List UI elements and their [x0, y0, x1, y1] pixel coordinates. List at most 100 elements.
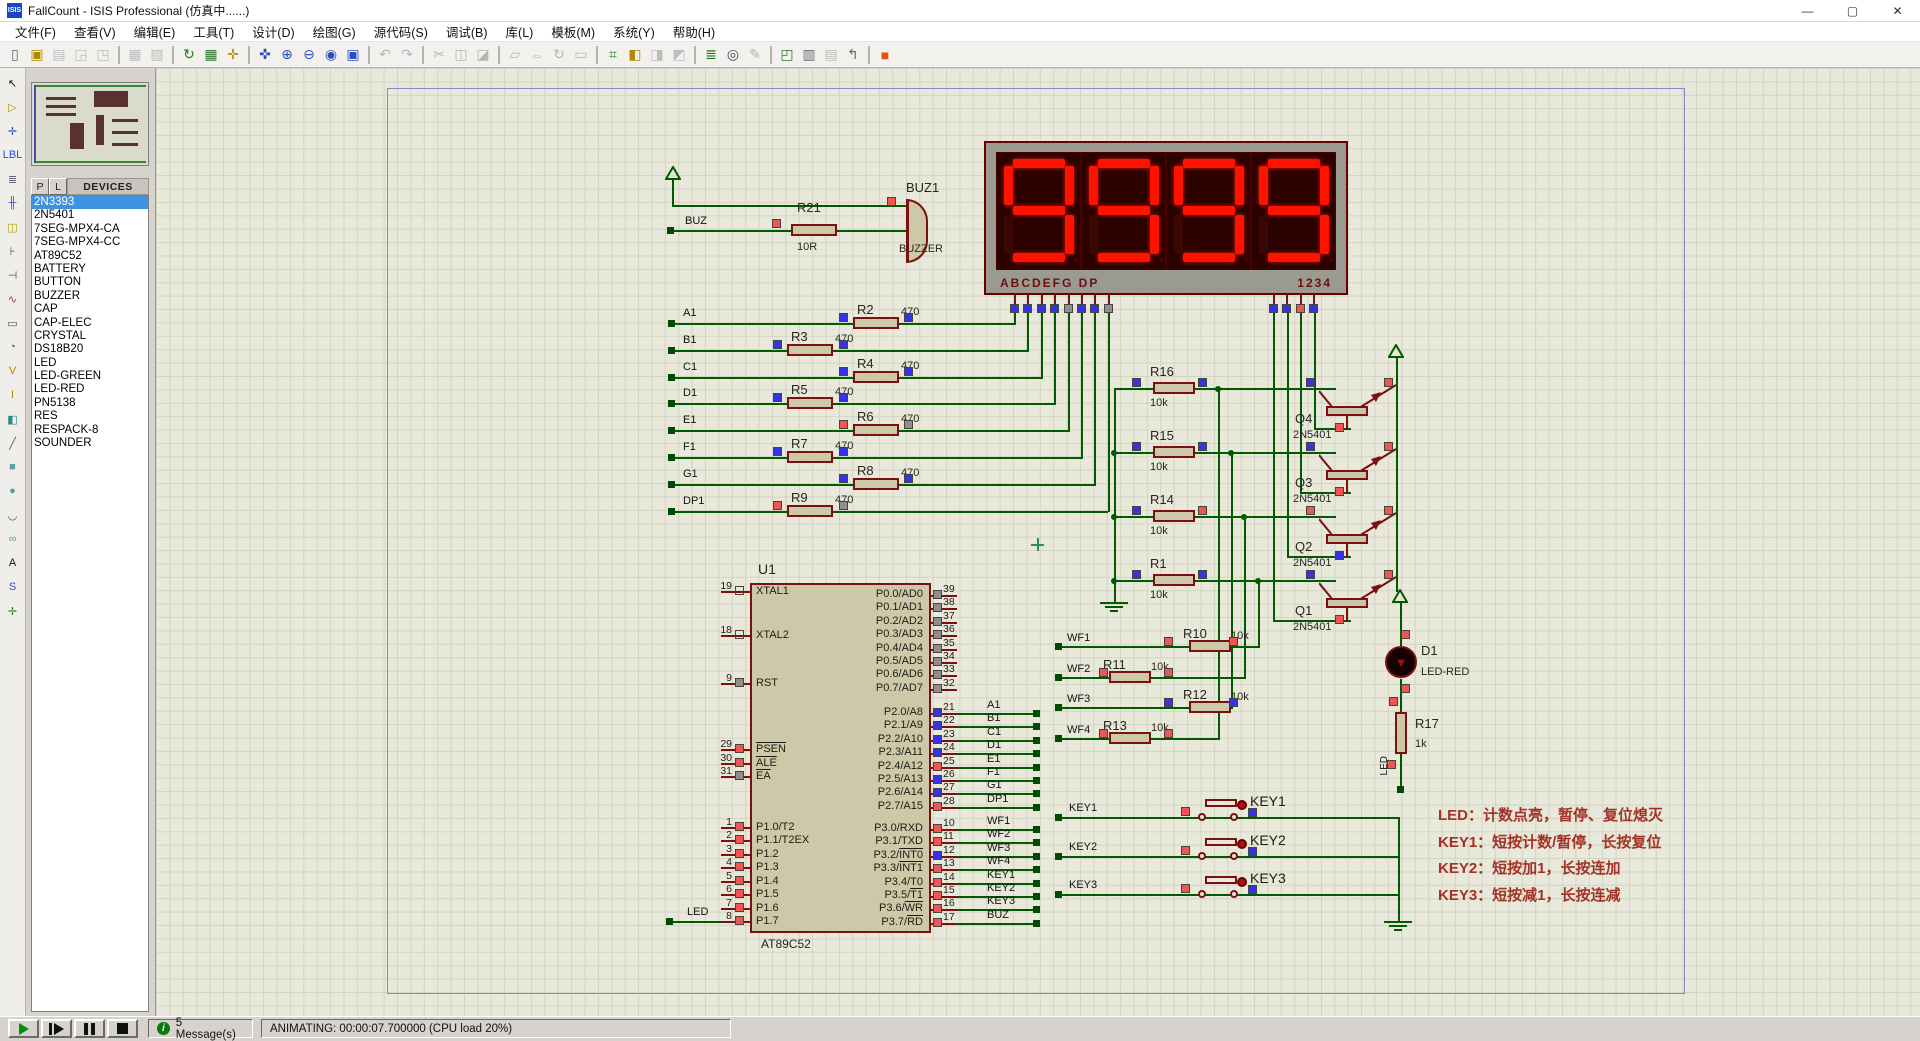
toolbar-button[interactable]: ◨: [646, 44, 668, 65]
mode-button[interactable]: ▭: [2, 312, 24, 334]
resistor-R21[interactable]: [791, 224, 837, 236]
mode-button[interactable]: ∞: [2, 528, 24, 550]
toolbar-button[interactable]: ▦: [200, 44, 222, 65]
device-list-item[interactable]: LED: [32, 357, 148, 370]
library-button[interactable]: L: [49, 178, 67, 195]
mode-button[interactable]: ▷: [2, 96, 24, 118]
resistor[interactable]: [787, 505, 833, 517]
device-list-item[interactable]: DS18B20: [32, 343, 148, 356]
device-list-item[interactable]: SOUNDER: [32, 437, 148, 450]
mode-button[interactable]: S: [2, 576, 24, 598]
resistor[interactable]: [1153, 510, 1195, 522]
toolbar-button[interactable]: [498, 46, 500, 64]
toolbar-button[interactable]: ◪: [472, 44, 494, 65]
menu-item[interactable]: 帮助(H): [664, 20, 724, 43]
transistor[interactable]: Q4 2N5401: [1319, 382, 1399, 434]
resistor[interactable]: [1109, 671, 1151, 683]
toolbar-button[interactable]: ▥: [798, 44, 820, 65]
menu-item[interactable]: 编辑(E): [125, 20, 185, 43]
close-button[interactable]: ✕: [1875, 0, 1920, 21]
step-button[interactable]: [41, 1019, 72, 1038]
segment-row[interactable]: E1 R6 470: [673, 430, 1123, 432]
mode-button[interactable]: LBL: [2, 144, 24, 166]
toolbar-button[interactable]: [368, 46, 370, 64]
menu-item[interactable]: 库(L): [497, 20, 543, 43]
key-row[interactable]: KEY3 KEY3: [1059, 894, 1404, 896]
toolbar-button[interactable]: ◳: [92, 44, 114, 65]
schematic-overview[interactable]: [31, 82, 149, 166]
mode-button[interactable]: ◡: [2, 504, 24, 526]
resistor[interactable]: [1189, 640, 1231, 652]
device-list-item[interactable]: 2N5401: [32, 209, 148, 222]
mode-button[interactable]: ✛: [2, 120, 24, 142]
toolbar-button[interactable]: ◰: [776, 44, 798, 65]
toolbar-button[interactable]: ◉: [320, 44, 342, 65]
toolbar-button[interactable]: ■: [874, 44, 896, 65]
key-row[interactable]: KEY2 KEY2: [1059, 856, 1404, 858]
resistor[interactable]: [1153, 574, 1195, 586]
resistor[interactable]: [853, 424, 899, 436]
mode-button[interactable]: ✛: [2, 600, 24, 622]
mode-button[interactable]: ◧: [2, 408, 24, 430]
mode-button[interactable]: A: [2, 552, 24, 574]
segment-row[interactable]: C1 R4 470: [673, 377, 1123, 379]
menu-item[interactable]: 工具(T): [184, 20, 243, 43]
wf-row[interactable]: WF4 R13 10k: [1059, 738, 1279, 740]
pull-row[interactable]: R1 10k: [1114, 580, 1344, 582]
toolbar-button[interactable]: [118, 46, 120, 64]
device-list-item[interactable]: BATTERY: [32, 263, 148, 276]
segment-row[interactable]: G1 R8 470: [673, 484, 1123, 486]
toolbar-button[interactable]: ⇔: [526, 44, 548, 65]
resistor[interactable]: [787, 344, 833, 356]
mode-button[interactable]: I: [2, 384, 24, 406]
device-list-item[interactable]: 7SEG-MPX4-CC: [32, 236, 148, 249]
led-D1[interactable]: ▼: [1385, 646, 1417, 678]
device-list-item[interactable]: RESPACK-8: [32, 424, 148, 437]
mode-button[interactable]: ⊦: [2, 240, 24, 262]
play-button[interactable]: [8, 1019, 39, 1038]
mode-button[interactable]: ╱: [2, 432, 24, 454]
toolbar-button[interactable]: ◩: [668, 44, 690, 65]
device-list-item[interactable]: BUTTON: [32, 276, 148, 289]
stop-button[interactable]: [107, 1019, 138, 1038]
schematic-canvas[interactable]: ABCDEFG DP 1234: [155, 68, 1920, 1016]
resistor[interactable]: [1153, 382, 1195, 394]
toolbar-button[interactable]: [248, 46, 250, 64]
device-list-item[interactable]: 7SEG-MPX4-CA: [32, 223, 148, 236]
toolbar-button[interactable]: ✎: [744, 44, 766, 65]
resistor-R17[interactable]: [1395, 712, 1407, 754]
toolbar-button[interactable]: ◧: [624, 44, 646, 65]
toolbar-button[interactable]: ▭: [570, 44, 592, 65]
toolbar-button[interactable]: [172, 46, 174, 64]
device-list-item[interactable]: RES: [32, 410, 148, 423]
toolbar-button[interactable]: ▣: [342, 44, 364, 65]
toolbar-button[interactable]: ◎: [722, 44, 744, 65]
device-list-item[interactable]: CAP-ELEC: [32, 317, 148, 330]
toolbar-button[interactable]: ▱: [504, 44, 526, 65]
toolbar-button[interactable]: ◲: [70, 44, 92, 65]
toolbar-button[interactable]: ↶: [374, 44, 396, 65]
mode-button[interactable]: ↖: [2, 72, 24, 94]
menu-item[interactable]: 文件(F): [6, 20, 65, 43]
transistor[interactable]: Q2 2N5401: [1319, 510, 1399, 562]
mode-button[interactable]: ■: [2, 456, 24, 478]
resistor[interactable]: [787, 451, 833, 463]
mode-button[interactable]: ◔: [2, 336, 24, 358]
toolbar-button[interactable]: ▦: [124, 44, 146, 65]
mode-button[interactable]: ∿: [2, 288, 24, 310]
toolbar-button[interactable]: ⌗: [602, 44, 624, 65]
resistor[interactable]: [787, 397, 833, 409]
7seg-display[interactable]: ABCDEFG DP 1234: [984, 141, 1348, 295]
transistor[interactable]: Q1 2N5401: [1319, 574, 1399, 626]
device-list-item[interactable]: 2N3393: [32, 196, 148, 209]
resistor[interactable]: [1109, 732, 1151, 744]
device-list-item[interactable]: AT89C52: [32, 250, 148, 263]
segment-row[interactable]: DP1 R9 470: [673, 511, 1123, 513]
toolbar-button[interactable]: ≣: [700, 44, 722, 65]
device-list-item[interactable]: LED-GREEN: [32, 370, 148, 383]
message-counter[interactable]: i 5 Message(s): [148, 1019, 253, 1038]
toolbar-button[interactable]: [868, 46, 870, 64]
mode-button[interactable]: ╫: [2, 192, 24, 214]
segment-row[interactable]: A1 R2 470: [673, 323, 1123, 325]
toolbar-button[interactable]: ↻: [178, 44, 200, 65]
